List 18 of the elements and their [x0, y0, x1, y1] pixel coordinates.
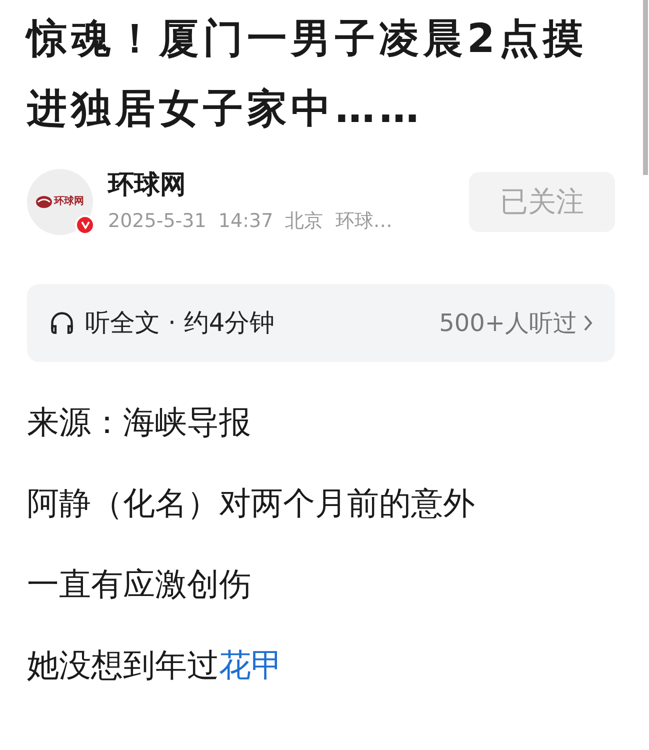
post-meta: 2025-5-31 14:37 北京 环球…	[108, 209, 394, 234]
paragraph: 来源：海峡导报	[27, 402, 252, 443]
chevron-right-icon	[583, 314, 593, 332]
logo-text: 环球网	[54, 197, 84, 207]
keyword-link[interactable]: 花甲	[219, 646, 283, 684]
paragraph: 她没想到年过花甲	[27, 645, 284, 686]
listen-bar[interactable]: 听全文 · 约4分钟 500+人听过	[27, 284, 615, 362]
article-title: 惊魂！厦门一男子凌晨2点摸进独居女子家中……	[27, 15, 588, 134]
listen-count: 500+人听过	[439, 308, 577, 339]
paragraph: 阿静（化名）对两个月前的意外	[27, 483, 476, 524]
listen-label: 听全文 · 约4分钟	[85, 307, 275, 340]
scrollbar[interactable]	[643, 0, 648, 175]
author-name[interactable]: 环球网	[108, 168, 469, 202]
avatar[interactable]: 环球网	[27, 169, 93, 235]
headphones-icon	[49, 310, 75, 336]
logo-icon	[36, 196, 52, 208]
paragraph: 一直有应激创伤	[27, 564, 252, 605]
check-v-icon	[80, 221, 90, 229]
